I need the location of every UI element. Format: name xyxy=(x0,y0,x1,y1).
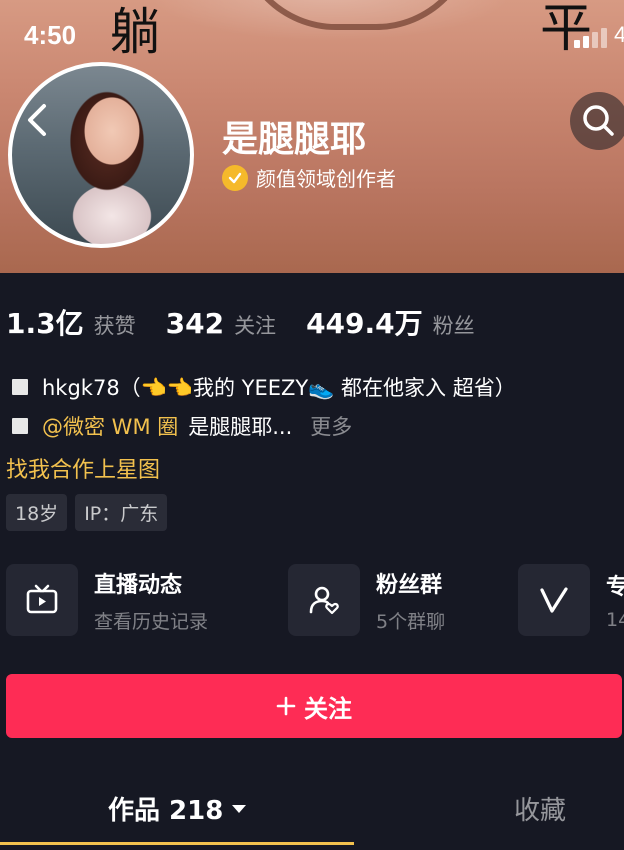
live-history-card[interactable]: 直播动态 查看历史记录 xyxy=(6,564,208,636)
bio-mention-link[interactable]: @微密 WM 圈 xyxy=(42,411,178,441)
active-tab-indicator xyxy=(0,842,354,845)
status-time: 4:50 xyxy=(24,20,77,50)
status-edge-text: 4 xyxy=(614,22,624,47)
profile-tags: 18岁 IP：广东 xyxy=(6,494,168,531)
follow-button[interactable]: 关注 xyxy=(6,674,622,738)
verified-check-icon xyxy=(222,164,248,191)
back-button[interactable] xyxy=(20,100,54,140)
v-logo-icon xyxy=(518,564,590,636)
star-map-link[interactable]: 找我合作上星图 xyxy=(6,452,160,484)
profile-name: 是腿腿耶 xyxy=(222,119,367,160)
tab-favorites[interactable]: 收藏 xyxy=(514,790,566,827)
tab-works-label: 作品 218 xyxy=(108,796,224,826)
live-history-sub: 查看历史记录 xyxy=(94,610,209,633)
tag-age: 18岁 xyxy=(6,494,68,531)
verification-row: 颜值领域创作者 xyxy=(222,163,396,192)
stat-followers-label: 粉丝 xyxy=(432,314,475,338)
cover-glyph-left: 躺 xyxy=(110,3,160,61)
back-icon xyxy=(28,104,46,136)
stat-likes[interactable]: 1.3亿 获赞 xyxy=(6,302,136,342)
bio-line-2: @微密 WM 圈 是腿腿耶... 更多 xyxy=(12,411,352,441)
stat-followers[interactable]: 449.4万 粉丝 xyxy=(306,302,475,342)
tab-works[interactable]: 作品 218 xyxy=(108,790,247,827)
tag-ip-location: IP：广东 xyxy=(75,494,168,531)
plus-icon xyxy=(276,696,296,716)
bio-line-1: hkgk78（👈👈我的 YEEZY👟 都在他家入 超省） xyxy=(12,372,516,402)
profile-stats: 1.3亿 获赞 342 关注 449.4万 粉丝 xyxy=(6,302,505,342)
stat-following-value: 342 xyxy=(165,307,225,340)
signal-icon xyxy=(574,26,610,48)
special-card-sub: 14 xyxy=(606,609,624,631)
fan-group-title: 粉丝群 xyxy=(376,572,443,598)
search-icon xyxy=(583,105,614,136)
fan-group-icon xyxy=(288,564,360,636)
stat-likes-label: 获赞 xyxy=(93,314,136,338)
stat-likes-value: 1.3亿 xyxy=(6,307,84,340)
special-card[interactable]: 专 14 xyxy=(518,564,624,636)
stat-following-label: 关注 xyxy=(234,314,277,338)
follow-button-label: 关注 xyxy=(304,694,352,723)
bio-more-link[interactable]: 更多 xyxy=(310,411,352,441)
profile-cover: 躺 平 4:50 4 是腿腿耶 颜值领域创作者 xyxy=(0,0,624,273)
stat-following[interactable]: 342 关注 xyxy=(166,307,276,340)
verification-text: 颜值领域创作者 xyxy=(256,167,396,191)
live-history-title: 直播动态 xyxy=(94,572,183,598)
caret-down-icon xyxy=(232,804,247,813)
bio-line-1-text: hkgk78（👈👈我的 YEEZY👟 都在他家入 超省） xyxy=(42,376,516,400)
fan-group-sub: 5个群聊 xyxy=(376,610,446,633)
content-tabs: 作品 218 收藏 xyxy=(0,770,624,850)
search-button[interactable] xyxy=(570,92,624,150)
special-card-title: 专 xyxy=(606,575,624,600)
tv-icon xyxy=(6,564,78,636)
fan-group-card[interactable]: 粉丝群 5个群聊 xyxy=(288,564,445,636)
bullet-icon xyxy=(12,418,28,434)
cover-decoration xyxy=(236,0,476,30)
stat-followers-value: 449.4万 xyxy=(306,307,423,340)
bio-line-2-text: 是腿腿耶... xyxy=(188,415,293,439)
avatar[interactable] xyxy=(8,62,194,248)
bullet-icon xyxy=(12,379,28,395)
